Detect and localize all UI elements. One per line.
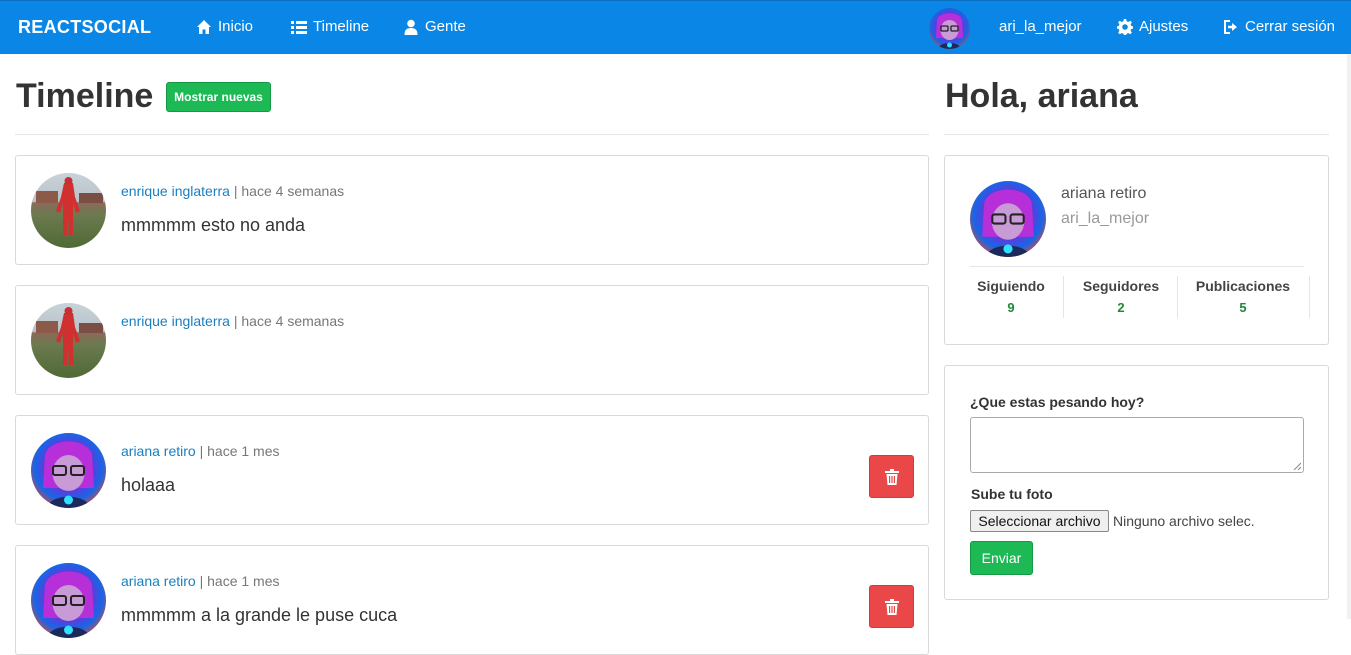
resize-grip-icon[interactable] [1293,462,1301,470]
brand-logo[interactable]: REACTSOCIAL [18,17,151,38]
avatar[interactable] [31,563,106,638]
delete-post-button[interactable] [869,455,914,498]
post-meta: enrique inglaterra | hace 4 semanas [121,183,344,199]
stat-divider [1309,276,1310,318]
trash-icon [884,598,899,615]
stat-following[interactable]: Siguiendo 9 [977,278,1045,315]
post-meta: enrique inglaterra | hace 4 semanas [121,313,344,329]
nav-ajustes[interactable]: Ajustes [1117,18,1188,35]
post-meta: ariana retiro | hace 1 mes [121,573,280,589]
logout-icon [1224,19,1237,34]
avatar[interactable] [31,173,106,248]
greeting-title: Hola, ariana [945,77,1138,115]
profile-username: ari_la_mejor [1061,210,1150,227]
stat-label: Seguidores [1082,278,1160,294]
post-text: holaaa [121,475,176,495]
post-time: hace 1 mes [207,443,280,459]
stat-followers[interactable]: Seguidores 2 [1082,278,1160,315]
nav-inicio[interactable]: Inicio [196,18,253,35]
post-author-link[interactable]: enrique inglaterra [121,313,230,329]
nav-gente[interactable]: Gente [403,18,466,35]
nav-gente-label: Gente [425,18,466,35]
post-text: mmmmm a la grande le puse cuca [121,605,398,625]
post-text: mmmmm esto no anda [121,215,306,235]
scrollbar[interactable] [1347,54,1351,619]
post-card: enrique inglaterra | hace 4 semanas mmmm… [15,155,929,265]
divider [944,134,1329,135]
meta-separator: | [233,313,238,329]
user-icon [404,19,418,35]
delete-post-button[interactable] [869,585,914,628]
stat-posts[interactable]: Publicaciones 5 [1195,278,1291,315]
divider [15,134,929,135]
nav-ajustes-label: Ajustes [1139,18,1189,35]
post-card: enrique inglaterra | hace 4 semanas [15,285,929,395]
post-author-link[interactable]: enrique inglaterra [121,183,230,199]
meta-separator: | [199,443,204,459]
nav-logout-label: Cerrar sesión [1245,18,1336,35]
trash-icon [884,468,899,485]
stat-label: Publicaciones [1195,278,1291,294]
avatar[interactable] [31,433,106,508]
file-status: Ninguno archivo selec. [1113,513,1255,529]
nav-timeline[interactable]: Timeline [291,18,369,35]
post-textarea[interactable] [970,417,1304,473]
nav-timeline-label: Timeline [313,18,370,35]
navbar-avatar[interactable] [929,8,970,49]
home-icon [197,19,211,34]
new-post-card: ¿Que estas pesando hoy? Sube tu foto Sel… [944,365,1329,600]
submit-button[interactable]: Enviar [970,541,1033,575]
post-time: hace 1 mes [207,573,280,589]
stat-divider [1063,276,1064,318]
nav-logout[interactable]: Cerrar sesión [1223,18,1335,35]
choose-file-button[interactable]: Seleccionar archivo [970,510,1109,532]
timeline-title: Timeline [16,77,154,115]
gear-icon [1117,18,1133,35]
post-time: hace 4 semanas [241,313,345,329]
show-new-button[interactable]: Mostrar nuevas [166,82,271,112]
stat-value: 2 [1117,300,1125,315]
meta-separator: | [233,183,238,199]
divider [970,266,1304,267]
nav-inicio-label: Inicio [218,18,254,35]
stat-label: Siguiendo [977,278,1045,294]
photo-label: Sube tu foto [971,486,1053,502]
post-card: ariana retiro | hace 1 mes mmmmm a la gr… [15,545,929,655]
stat-value: 5 [1239,300,1247,315]
profile-name: ariana retiro [1061,185,1147,202]
post-author-link[interactable]: ariana retiro [121,573,196,589]
profile-avatar[interactable] [970,181,1046,257]
list-icon [291,20,307,34]
stat-divider [1177,276,1178,318]
post-meta: ariana retiro | hace 1 mes [121,443,280,459]
navbar-username[interactable]: ari_la_mejor [999,18,1082,35]
avatar[interactable] [31,303,106,378]
navbar: REACTSOCIAL Inicio Timeline Gente ari_la… [0,0,1351,54]
post-prompt-label: ¿Que estas pesando hoy? [970,394,1145,410]
post-author-link[interactable]: ariana retiro [121,443,196,459]
stat-value: 9 [1007,300,1015,315]
post-card: ariana retiro | hace 1 mes holaaa [15,415,929,525]
meta-separator: | [199,573,204,589]
post-time: hace 4 semanas [241,183,345,199]
profile-card: ariana retiro ari_la_mejor Siguiendo 9 S… [944,155,1329,345]
